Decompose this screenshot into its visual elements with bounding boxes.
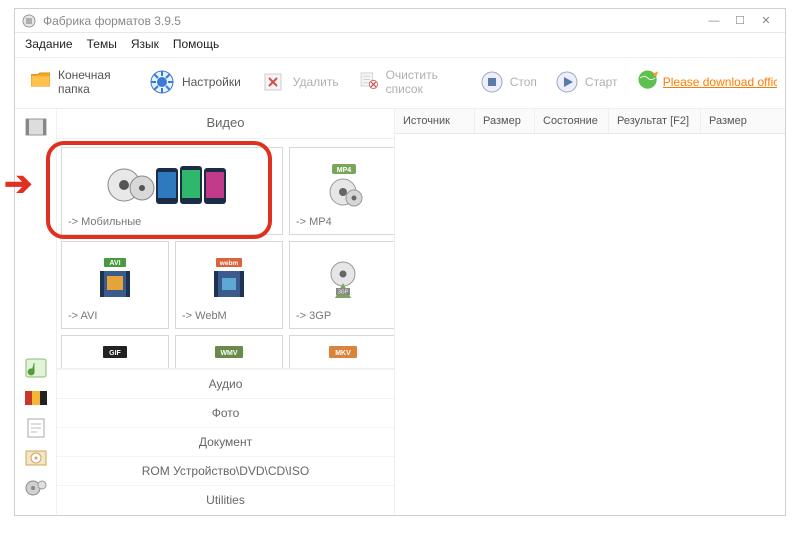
main-body: Видео bbox=[15, 109, 785, 514]
format-webm-label: -> WebM bbox=[182, 310, 276, 322]
format-cell-avi[interactable]: AVI -> AVI bbox=[61, 241, 169, 329]
clear-list-icon bbox=[357, 68, 380, 96]
window-title: Фабрика форматов 3.9.5 bbox=[43, 14, 701, 28]
format-mp4-label: -> MP4 bbox=[296, 216, 390, 228]
category-header: Видео bbox=[57, 109, 394, 139]
delete-label: Удалить bbox=[293, 75, 339, 89]
format-cell-mp4[interactable]: MP4 -> MP4 bbox=[289, 147, 394, 235]
app-icon bbox=[21, 13, 37, 29]
menu-language[interactable]: Язык bbox=[131, 37, 159, 51]
app-window: Фабрика форматов 3.9.5 — ☐ ✕ Задание Тем… bbox=[14, 8, 786, 516]
format-cell-3gp[interactable]: 3GP -> 3GP bbox=[289, 241, 394, 329]
menu-task[interactable]: Задание bbox=[25, 37, 73, 51]
svg-text:webm: webm bbox=[219, 260, 239, 267]
minimize-button[interactable]: — bbox=[701, 12, 727, 30]
start-icon bbox=[555, 70, 579, 94]
close-button[interactable]: ✕ bbox=[753, 12, 779, 30]
format-cell-webm[interactable]: webm -> WebM bbox=[175, 241, 283, 329]
svg-text:3GP: 3GP bbox=[338, 290, 349, 296]
stop-icon bbox=[480, 70, 504, 94]
svg-text:MP4: MP4 bbox=[337, 167, 352, 174]
titlebar: Фабрика форматов 3.9.5 — ☐ ✕ bbox=[15, 9, 785, 33]
category-list: Аудио Фото Документ ROM Устройство\DVD\C… bbox=[57, 368, 394, 514]
webm-icon: webm bbox=[182, 248, 276, 310]
task-table: Источник Размер Состояние Результат [F2]… bbox=[395, 109, 785, 514]
sidebar-video-icon[interactable] bbox=[23, 115, 49, 139]
svg-text:GIF: GIF bbox=[109, 350, 121, 357]
menu-bar: Задание Темы Язык Помощь bbox=[15, 33, 785, 58]
toolbar: Конечная папка Настройки Удалить Очистит… bbox=[15, 58, 785, 109]
category-rom[interactable]: ROM Устройство\DVD\CD\ISO bbox=[57, 456, 394, 485]
maximize-button[interactable]: ☐ bbox=[727, 12, 753, 30]
category-audio[interactable]: Аудио bbox=[57, 369, 394, 398]
mobile-devices-icon bbox=[68, 154, 276, 216]
stop-button[interactable]: Стоп bbox=[474, 66, 543, 98]
avi-icon: AVI bbox=[68, 248, 162, 310]
sidebar-rom-icon[interactable] bbox=[23, 446, 49, 470]
right-content: Видео bbox=[57, 109, 785, 514]
sidebar-photo-icon[interactable] bbox=[23, 386, 49, 410]
wmv-icon: WMV bbox=[182, 342, 276, 362]
svg-text:WMV: WMV bbox=[220, 350, 237, 357]
sidebar-document-icon[interactable] bbox=[23, 416, 49, 440]
format-3gp-label: -> 3GP bbox=[296, 310, 390, 322]
col-size1[interactable]: Размер bbox=[475, 109, 535, 133]
formats-panel: Видео bbox=[57, 109, 395, 514]
col-result[interactable]: Результат [F2] bbox=[609, 109, 701, 133]
col-source[interactable]: Источник bbox=[395, 109, 475, 133]
delete-button[interactable]: Удалить bbox=[253, 64, 345, 100]
download-link[interactable]: Please download official v bbox=[663, 75, 777, 89]
svg-text:MKV: MKV bbox=[335, 350, 351, 357]
table-header: Источник Размер Состояние Результат [F2]… bbox=[395, 109, 785, 134]
category-utilities[interactable]: Utilities bbox=[57, 485, 394, 514]
start-button[interactable]: Старт bbox=[549, 66, 624, 98]
mkv-icon: MKV bbox=[296, 342, 390, 362]
format-cell-wmv[interactable]: WMV bbox=[175, 335, 283, 368]
svg-text:AVI: AVI bbox=[109, 260, 120, 267]
gif-icon: GIF bbox=[68, 342, 162, 362]
formats-grid: -> Мобильные MP4 -> MP4 bbox=[57, 139, 394, 368]
folder-icon bbox=[29, 68, 52, 96]
clear-list-label: Очистить список bbox=[386, 68, 462, 96]
col-size2[interactable]: Размер bbox=[701, 109, 785, 133]
dest-folder-button[interactable]: Конечная папка bbox=[23, 64, 136, 100]
clear-list-button[interactable]: Очистить список bbox=[351, 64, 468, 100]
col-state[interactable]: Состояние bbox=[535, 109, 609, 133]
format-mobile-label: -> Мобильные bbox=[68, 216, 276, 228]
gp3-icon: 3GP bbox=[296, 248, 390, 310]
sidebar-audio-icon[interactable] bbox=[23, 356, 49, 380]
category-document[interactable]: Документ bbox=[57, 427, 394, 456]
sidebar bbox=[15, 109, 57, 514]
gear-icon bbox=[148, 68, 176, 96]
format-cell-mobile[interactable]: -> Мобильные bbox=[61, 147, 283, 235]
sidebar-utilities-icon[interactable] bbox=[23, 476, 49, 500]
menu-themes[interactable]: Темы bbox=[87, 37, 117, 51]
delete-icon bbox=[259, 68, 287, 96]
menu-help[interactable]: Помощь bbox=[173, 37, 219, 51]
mp4-icon: MP4 bbox=[296, 154, 390, 216]
format-cell-mkv[interactable]: MKV bbox=[289, 335, 394, 368]
format-avi-label: -> AVI bbox=[68, 310, 162, 322]
dest-folder-label: Конечная папка bbox=[58, 68, 130, 96]
format-cell-gif[interactable]: GIF bbox=[61, 335, 169, 368]
settings-label: Настройки bbox=[182, 75, 241, 89]
globe-icon bbox=[636, 68, 659, 96]
stop-label: Стоп bbox=[510, 75, 537, 89]
settings-button[interactable]: Настройки bbox=[142, 64, 247, 100]
start-label: Старт bbox=[585, 75, 618, 89]
category-photo[interactable]: Фото bbox=[57, 398, 394, 427]
